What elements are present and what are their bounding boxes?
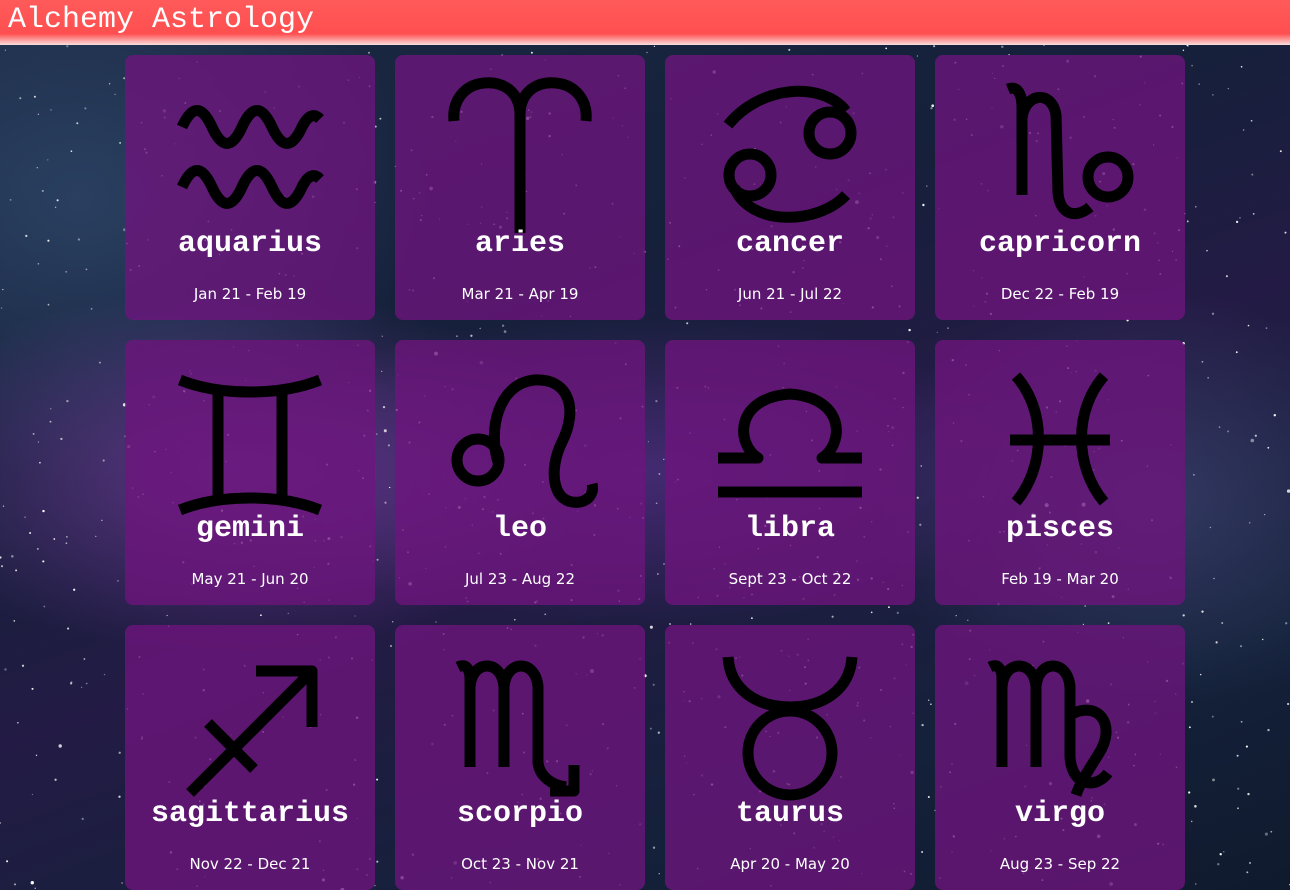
zodiac-card-leo[interactable]: leo Jul 23 - Aug 22 — [395, 340, 645, 605]
card-title: sagittarius — [150, 797, 350, 831]
pisces-icon — [980, 360, 1140, 520]
aquarius-icon — [170, 75, 330, 235]
card-title: aquarius — [177, 227, 323, 261]
virgo-icon — [980, 645, 1140, 805]
capricorn-icon — [980, 75, 1140, 235]
card-dates: Aug 23 - Sep 22 — [999, 855, 1121, 873]
card-title: libra — [744, 512, 835, 546]
zodiac-card-scorpio[interactable]: scorpio Oct 23 - Nov 21 — [395, 625, 645, 890]
card-title: scorpio — [456, 797, 584, 831]
card-title: virgo — [1014, 797, 1105, 831]
card-title: capricorn — [978, 227, 1142, 261]
zodiac-card-aries[interactable]: aries Mar 21 - Apr 19 — [395, 55, 645, 320]
card-title: leo — [492, 512, 547, 546]
zodiac-card-libra[interactable]: libra Sept 23 - Oct 22 — [665, 340, 915, 605]
card-title: aries — [474, 227, 565, 261]
scorpio-icon — [440, 645, 600, 805]
zodiac-card-cancer[interactable]: cancer Jun 21 - Jul 22 — [665, 55, 915, 320]
card-title: cancer — [735, 227, 845, 261]
zodiac-card-sagittarius[interactable]: sagittarius Nov 22 - Dec 21 — [125, 625, 375, 890]
card-dates: Dec 22 - Feb 19 — [1000, 285, 1120, 303]
zodiac-card-aquarius[interactable]: aquarius Jan 21 - Feb 19 — [125, 55, 375, 320]
card-title: gemini — [195, 512, 305, 546]
card-dates: Oct 23 - Nov 21 — [461, 855, 579, 873]
zodiac-grid: aquarius Jan 21 - Feb 19 aries Mar 21 - … — [125, 55, 1185, 890]
zodiac-card-capricorn[interactable]: capricorn Dec 22 - Feb 19 — [935, 55, 1185, 320]
app-title: Alchemy Astrology — [8, 3, 315, 37]
zodiac-card-taurus[interactable]: taurus Apr 20 - May 20 — [665, 625, 915, 890]
cancer-icon — [710, 75, 870, 235]
zodiac-card-virgo[interactable]: virgo Aug 23 - Sep 22 — [935, 625, 1185, 890]
card-dates: Mar 21 - Apr 19 — [461, 285, 579, 303]
card-title: pisces — [1005, 512, 1115, 546]
card-dates: Jun 21 - Jul 22 — [737, 285, 843, 303]
card-dates: Nov 22 - Dec 21 — [189, 855, 311, 873]
libra-icon — [710, 360, 870, 520]
card-dates: May 21 - Jun 20 — [191, 570, 309, 588]
card-dates: Apr 20 - May 20 — [730, 855, 850, 873]
card-title: taurus — [735, 797, 845, 831]
app-header: Alchemy Astrology — [0, 0, 1290, 45]
gemini-icon — [170, 360, 330, 520]
leo-icon — [440, 360, 600, 520]
aries-icon — [440, 75, 600, 235]
card-dates: Sept 23 - Oct 22 — [728, 570, 852, 588]
zodiac-card-pisces[interactable]: pisces Feb 19 - Mar 20 — [935, 340, 1185, 605]
zodiac-card-gemini[interactable]: gemini May 21 - Jun 20 — [125, 340, 375, 605]
taurus-icon — [710, 645, 870, 805]
card-dates: Jul 23 - Aug 22 — [464, 570, 576, 588]
card-dates: Jan 21 - Feb 19 — [193, 285, 307, 303]
card-dates: Feb 19 - Mar 20 — [1001, 570, 1119, 588]
sagittarius-icon — [170, 645, 330, 805]
